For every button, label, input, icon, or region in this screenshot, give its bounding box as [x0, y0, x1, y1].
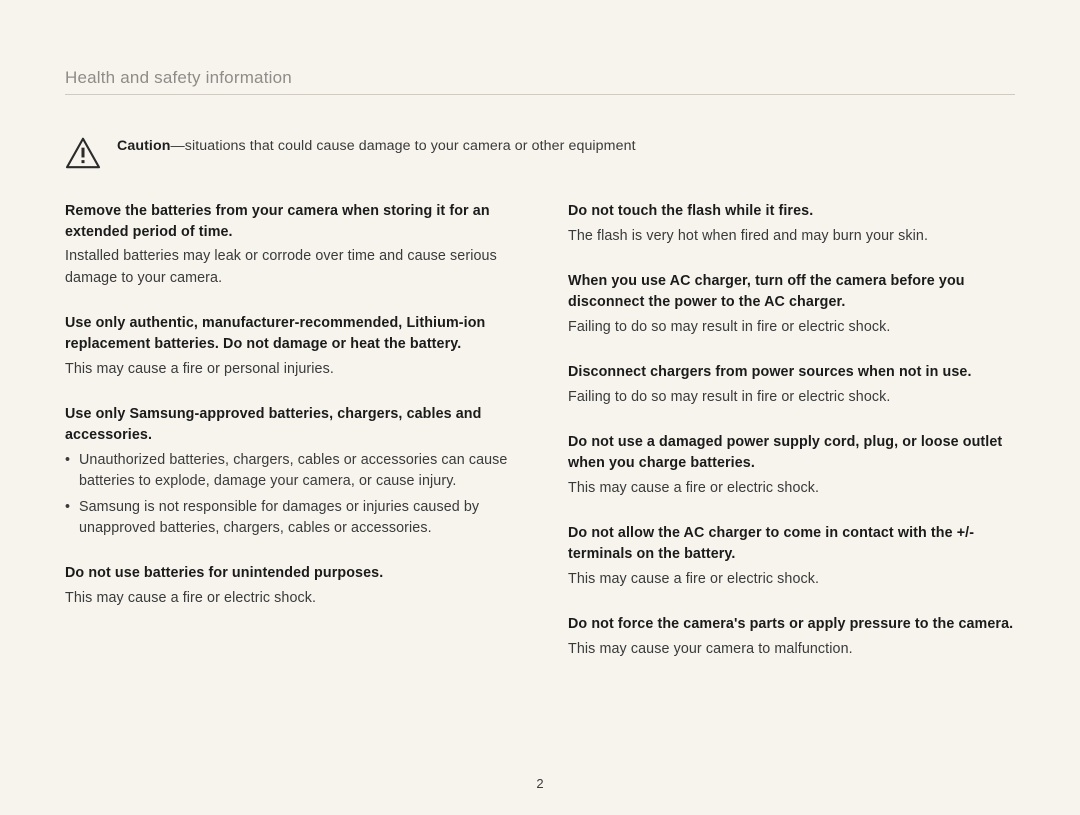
- block-heading: Disconnect chargers from power sources w…: [568, 362, 1015, 383]
- block-heading: Use only authentic, manufacturer-recomme…: [65, 313, 512, 354]
- content-block: Do not use a damaged power supply cord, …: [568, 432, 1015, 499]
- content-block: Remove the batteries from your camera wh…: [65, 201, 512, 289]
- content-block: Disconnect chargers from power sources w…: [568, 362, 1015, 408]
- content-block: Do not use batteries for unintended purp…: [65, 563, 512, 609]
- content-block: Use only Samsung-approved batteries, cha…: [65, 404, 512, 539]
- content-block: Do not touch the flash while it fires. Th…: [568, 201, 1015, 247]
- block-body: This may cause a fire or electric shock.: [568, 569, 1015, 590]
- block-body: This may cause your camera to malfunctio…: [568, 639, 1015, 660]
- caution-triangle-icon: [65, 137, 101, 169]
- page-header: Health and safety information: [65, 68, 1015, 95]
- block-heading: Do not use batteries for unintended purp…: [65, 563, 512, 584]
- block-heading: Use only Samsung-approved batteries, cha…: [65, 404, 512, 445]
- block-body: This may cause a fire or electric shock.: [568, 478, 1015, 499]
- content-block: Do not force the camera's parts or apply…: [568, 614, 1015, 660]
- caution-description: —situations that could cause damage to y…: [171, 138, 636, 154]
- content-columns: Remove the batteries from your camera wh…: [65, 201, 1015, 684]
- list-item: Unauthorized batteries, chargers, cables…: [65, 450, 512, 493]
- list-item: Samsung is not responsible for damages o…: [65, 497, 512, 540]
- content-block: Use only authentic, manufacturer-recomme…: [65, 313, 512, 380]
- content-block: Do not allow the AC charger to come in c…: [568, 523, 1015, 590]
- block-body: Installed batteries may leak or corrode …: [65, 246, 512, 289]
- content-block: When you use AC charger, turn off the ca…: [568, 271, 1015, 338]
- block-body: The flash is very hot when fired and may…: [568, 226, 1015, 247]
- left-column: Remove the batteries from your camera wh…: [65, 201, 512, 684]
- document-page: Health and safety information Caution—si…: [0, 0, 1080, 684]
- block-body: Failing to do so may result in fire or e…: [568, 387, 1015, 408]
- block-bullet-list: Unauthorized batteries, chargers, cables…: [65, 450, 512, 540]
- block-heading: Do not allow the AC charger to come in c…: [568, 523, 1015, 564]
- block-heading: Do not force the camera's parts or apply…: [568, 614, 1015, 635]
- caution-text: Caution—situations that could cause dama…: [117, 137, 636, 156]
- block-body: This may cause a fire or electric shock.: [65, 588, 512, 609]
- block-heading: When you use AC charger, turn off the ca…: [568, 271, 1015, 312]
- block-body: Failing to do so may result in fire or e…: [568, 317, 1015, 338]
- block-body: This may cause a fire or personal injuri…: [65, 359, 512, 380]
- caution-label: Caution: [117, 138, 171, 154]
- block-heading: Do not touch the flash while it fires.: [568, 201, 1015, 222]
- block-heading: Remove the batteries from your camera wh…: [65, 201, 512, 242]
- caution-block: Caution—situations that could cause dama…: [65, 137, 1015, 169]
- block-heading: Do not use a damaged power supply cord, …: [568, 432, 1015, 473]
- page-number: 2: [0, 776, 1080, 791]
- right-column: Do not touch the flash while it fires. Th…: [568, 201, 1015, 684]
